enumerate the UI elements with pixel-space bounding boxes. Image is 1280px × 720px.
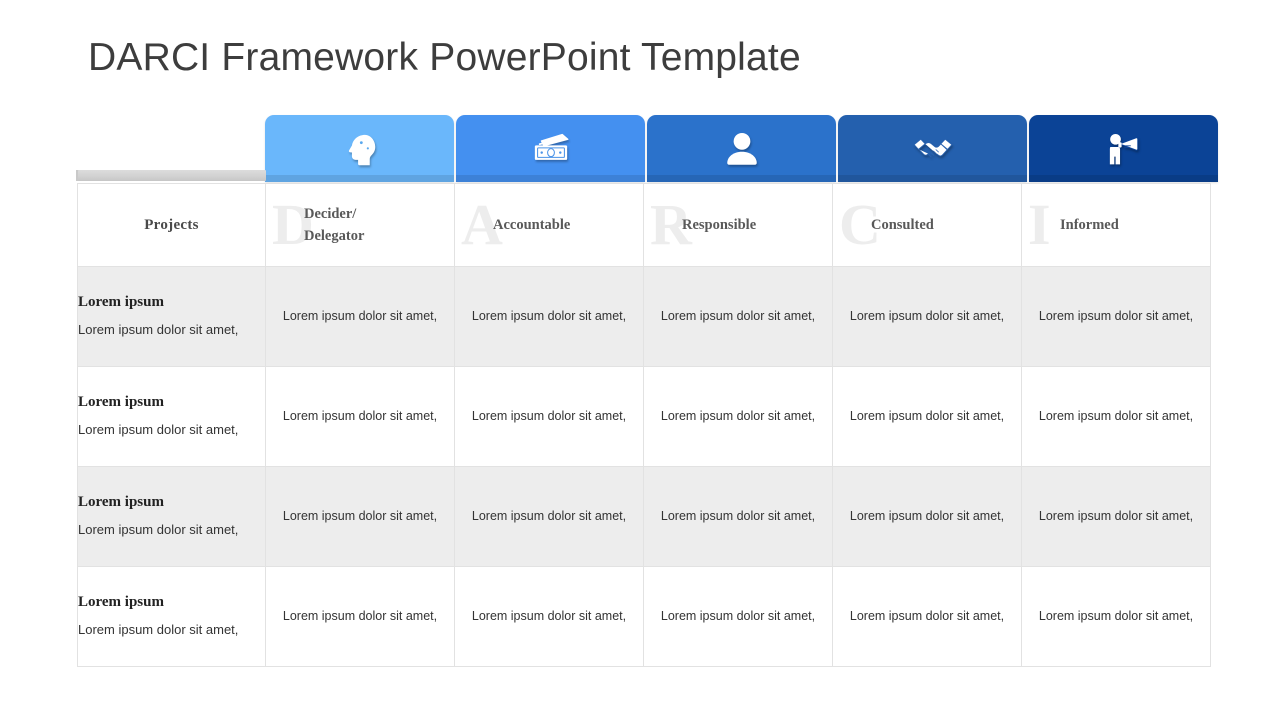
project-title: Lorem ipsum	[78, 393, 164, 410]
role-cell-2[interactable]: Lorem ipsum dolor sit amet,	[454, 466, 644, 567]
project-title: Lorem ipsum	[78, 593, 164, 610]
role-cell-text: Lorem ipsum dolor sit amet,	[849, 409, 1005, 424]
role-cell-5[interactable]: Lorem ipsum dolor sit amet,	[1021, 566, 1211, 667]
role-cell-5[interactable]: Lorem ipsum dolor sit amet,	[1021, 366, 1211, 467]
role-cell-4[interactable]: Lorem ipsum dolor sit amet,	[832, 266, 1022, 367]
tab-bottom-band	[456, 175, 645, 182]
person-user-icon	[724, 129, 760, 169]
role-cell-2[interactable]: Lorem ipsum dolor sit amet,	[454, 366, 644, 467]
role-cell-2[interactable]: Lorem ipsum dolor sit amet,	[454, 566, 644, 667]
role-cell-1[interactable]: Lorem ipsum dolor sit amet,	[265, 366, 455, 467]
page-title: DARCI Framework PowerPoint Template	[88, 36, 801, 79]
table-row[interactable]: Lorem ipsum Lorem ipsum dolor sit amet, Lo…	[77, 266, 1211, 367]
role-header-tab-1[interactable]	[265, 115, 454, 182]
projects-column-label: Projects	[144, 216, 199, 233]
role-cell-2[interactable]: Lorem ipsum dolor sit amet,	[454, 266, 644, 367]
left-spine-bar	[78, 170, 266, 181]
role-cell-5[interactable]: Lorem ipsum dolor sit amet,	[1021, 466, 1211, 567]
role-cell-text: Lorem ipsum dolor sit amet,	[660, 609, 816, 624]
header-cell-role-5: I Informed	[1021, 183, 1211, 267]
table-header-row: Projects D Decider/Delegator A Accountable R R…	[77, 183, 1211, 267]
project-cell[interactable]: Lorem ipsum Lorem ipsum dolor sit amet,	[77, 466, 266, 567]
role-cell-text: Lorem ipsum dolor sit amet,	[471, 509, 627, 524]
project-title: Lorem ipsum	[78, 293, 164, 310]
header-cell-role-2: A Accountable	[454, 183, 644, 267]
role-cell-text: Lorem ipsum dolor sit amet,	[1038, 509, 1194, 524]
role-cell-4[interactable]: Lorem ipsum dolor sit amet,	[832, 566, 1022, 667]
darci-matrix-table: Projects D Decider/Delegator A Accountable R R…	[77, 183, 1211, 667]
money-cash-icon	[530, 129, 572, 169]
project-description: Lorem ipsum dolor sit amet,	[78, 321, 239, 337]
role-column-label-4: Consulted	[871, 216, 934, 233]
role-cell-text: Lorem ipsum dolor sit amet,	[282, 409, 438, 424]
handshake-icon	[911, 130, 955, 168]
role-cell-text: Lorem ipsum dolor sit amet,	[660, 409, 816, 424]
role-cell-text: Lorem ipsum dolor sit amet,	[660, 509, 816, 524]
role-cell-text: Lorem ipsum dolor sit amet,	[1038, 309, 1194, 324]
tab-bottom-band	[265, 175, 454, 182]
role-cell-text: Lorem ipsum dolor sit amet,	[849, 609, 1005, 624]
role-cell-1[interactable]: Lorem ipsum dolor sit amet,	[265, 466, 455, 567]
role-cell-text: Lorem ipsum dolor sit amet,	[471, 309, 627, 324]
role-cell-text: Lorem ipsum dolor sit amet,	[282, 509, 438, 524]
role-cell-3[interactable]: Lorem ipsum dolor sit amet,	[643, 466, 833, 567]
project-cell[interactable]: Lorem ipsum Lorem ipsum dolor sit amet,	[77, 366, 266, 467]
role-cell-3[interactable]: Lorem ipsum dolor sit amet,	[643, 566, 833, 667]
person-megaphone-icon	[1103, 129, 1145, 169]
role-column-label-3: Responsible	[682, 216, 757, 233]
role-cell-3[interactable]: Lorem ipsum dolor sit amet,	[643, 366, 833, 467]
header-cell-projects: Projects	[77, 183, 266, 267]
head-gears-icon	[340, 129, 380, 169]
tab-bottom-band	[647, 175, 836, 182]
role-cell-text: Lorem ipsum dolor sit amet,	[849, 309, 1005, 324]
role-header-tab-4[interactable]	[838, 115, 1027, 182]
role-cell-4[interactable]: Lorem ipsum dolor sit amet,	[832, 466, 1022, 567]
role-cell-text: Lorem ipsum dolor sit amet,	[471, 409, 627, 424]
role-icon-header-strip	[265, 115, 1218, 182]
role-column-label-2: Accountable	[493, 216, 571, 233]
table-row[interactable]: Lorem ipsum Lorem ipsum dolor sit amet, Lo…	[77, 366, 1211, 467]
role-cell-text: Lorem ipsum dolor sit amet,	[1038, 609, 1194, 624]
tab-bottom-band	[838, 175, 1027, 182]
role-cell-1[interactable]: Lorem ipsum dolor sit amet,	[265, 566, 455, 667]
role-column-label-1: Decider/Delegator	[304, 205, 365, 244]
project-cell[interactable]: Lorem ipsum Lorem ipsum dolor sit amet,	[77, 566, 266, 667]
role-header-tab-3[interactable]	[647, 115, 836, 182]
role-cell-text: Lorem ipsum dolor sit amet,	[849, 509, 1005, 524]
project-cell[interactable]: Lorem ipsum Lorem ipsum dolor sit amet,	[77, 266, 266, 367]
project-title: Lorem ipsum	[78, 493, 164, 510]
role-header-tab-5[interactable]	[1029, 115, 1218, 182]
header-cell-role-4: C Consulted	[832, 183, 1022, 267]
project-description: Lorem ipsum dolor sit amet,	[78, 521, 239, 537]
role-cell-5[interactable]: Lorem ipsum dolor sit amet,	[1021, 266, 1211, 367]
role-header-tab-2[interactable]	[456, 115, 645, 182]
tab-bottom-band	[1029, 175, 1218, 182]
table-row[interactable]: Lorem ipsum Lorem ipsum dolor sit amet, Lo…	[77, 566, 1211, 667]
project-description: Lorem ipsum dolor sit amet,	[78, 421, 239, 437]
header-cell-role-1: D Decider/Delegator	[265, 183, 455, 267]
role-cell-1[interactable]: Lorem ipsum dolor sit amet,	[265, 266, 455, 367]
role-cell-text: Lorem ipsum dolor sit amet,	[282, 609, 438, 624]
role-cell-4[interactable]: Lorem ipsum dolor sit amet,	[832, 366, 1022, 467]
header-cell-role-3: R Responsible	[643, 183, 833, 267]
role-column-label-5: Informed	[1060, 216, 1119, 233]
role-cell-text: Lorem ipsum dolor sit amet,	[1038, 409, 1194, 424]
role-cell-text: Lorem ipsum dolor sit amet,	[471, 609, 627, 624]
project-description: Lorem ipsum dolor sit amet,	[78, 621, 239, 637]
role-cell-text: Lorem ipsum dolor sit amet,	[282, 309, 438, 324]
table-row[interactable]: Lorem ipsum Lorem ipsum dolor sit amet, Lo…	[77, 466, 1211, 567]
role-cell-3[interactable]: Lorem ipsum dolor sit amet,	[643, 266, 833, 367]
role-cell-text: Lorem ipsum dolor sit amet,	[660, 309, 816, 324]
